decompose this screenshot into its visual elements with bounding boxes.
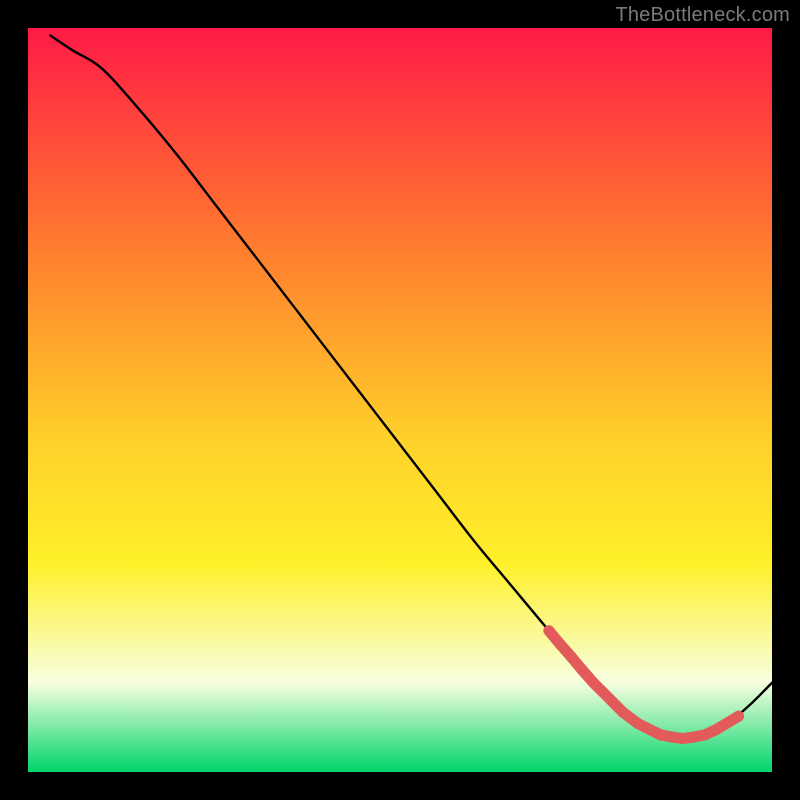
marker-dot (733, 711, 744, 722)
bottleneck-chart (0, 0, 800, 800)
chart-frame: TheBottleneck.com (0, 0, 800, 800)
plot-area (28, 28, 772, 772)
watermark-text: TheBottleneck.com (615, 4, 790, 27)
